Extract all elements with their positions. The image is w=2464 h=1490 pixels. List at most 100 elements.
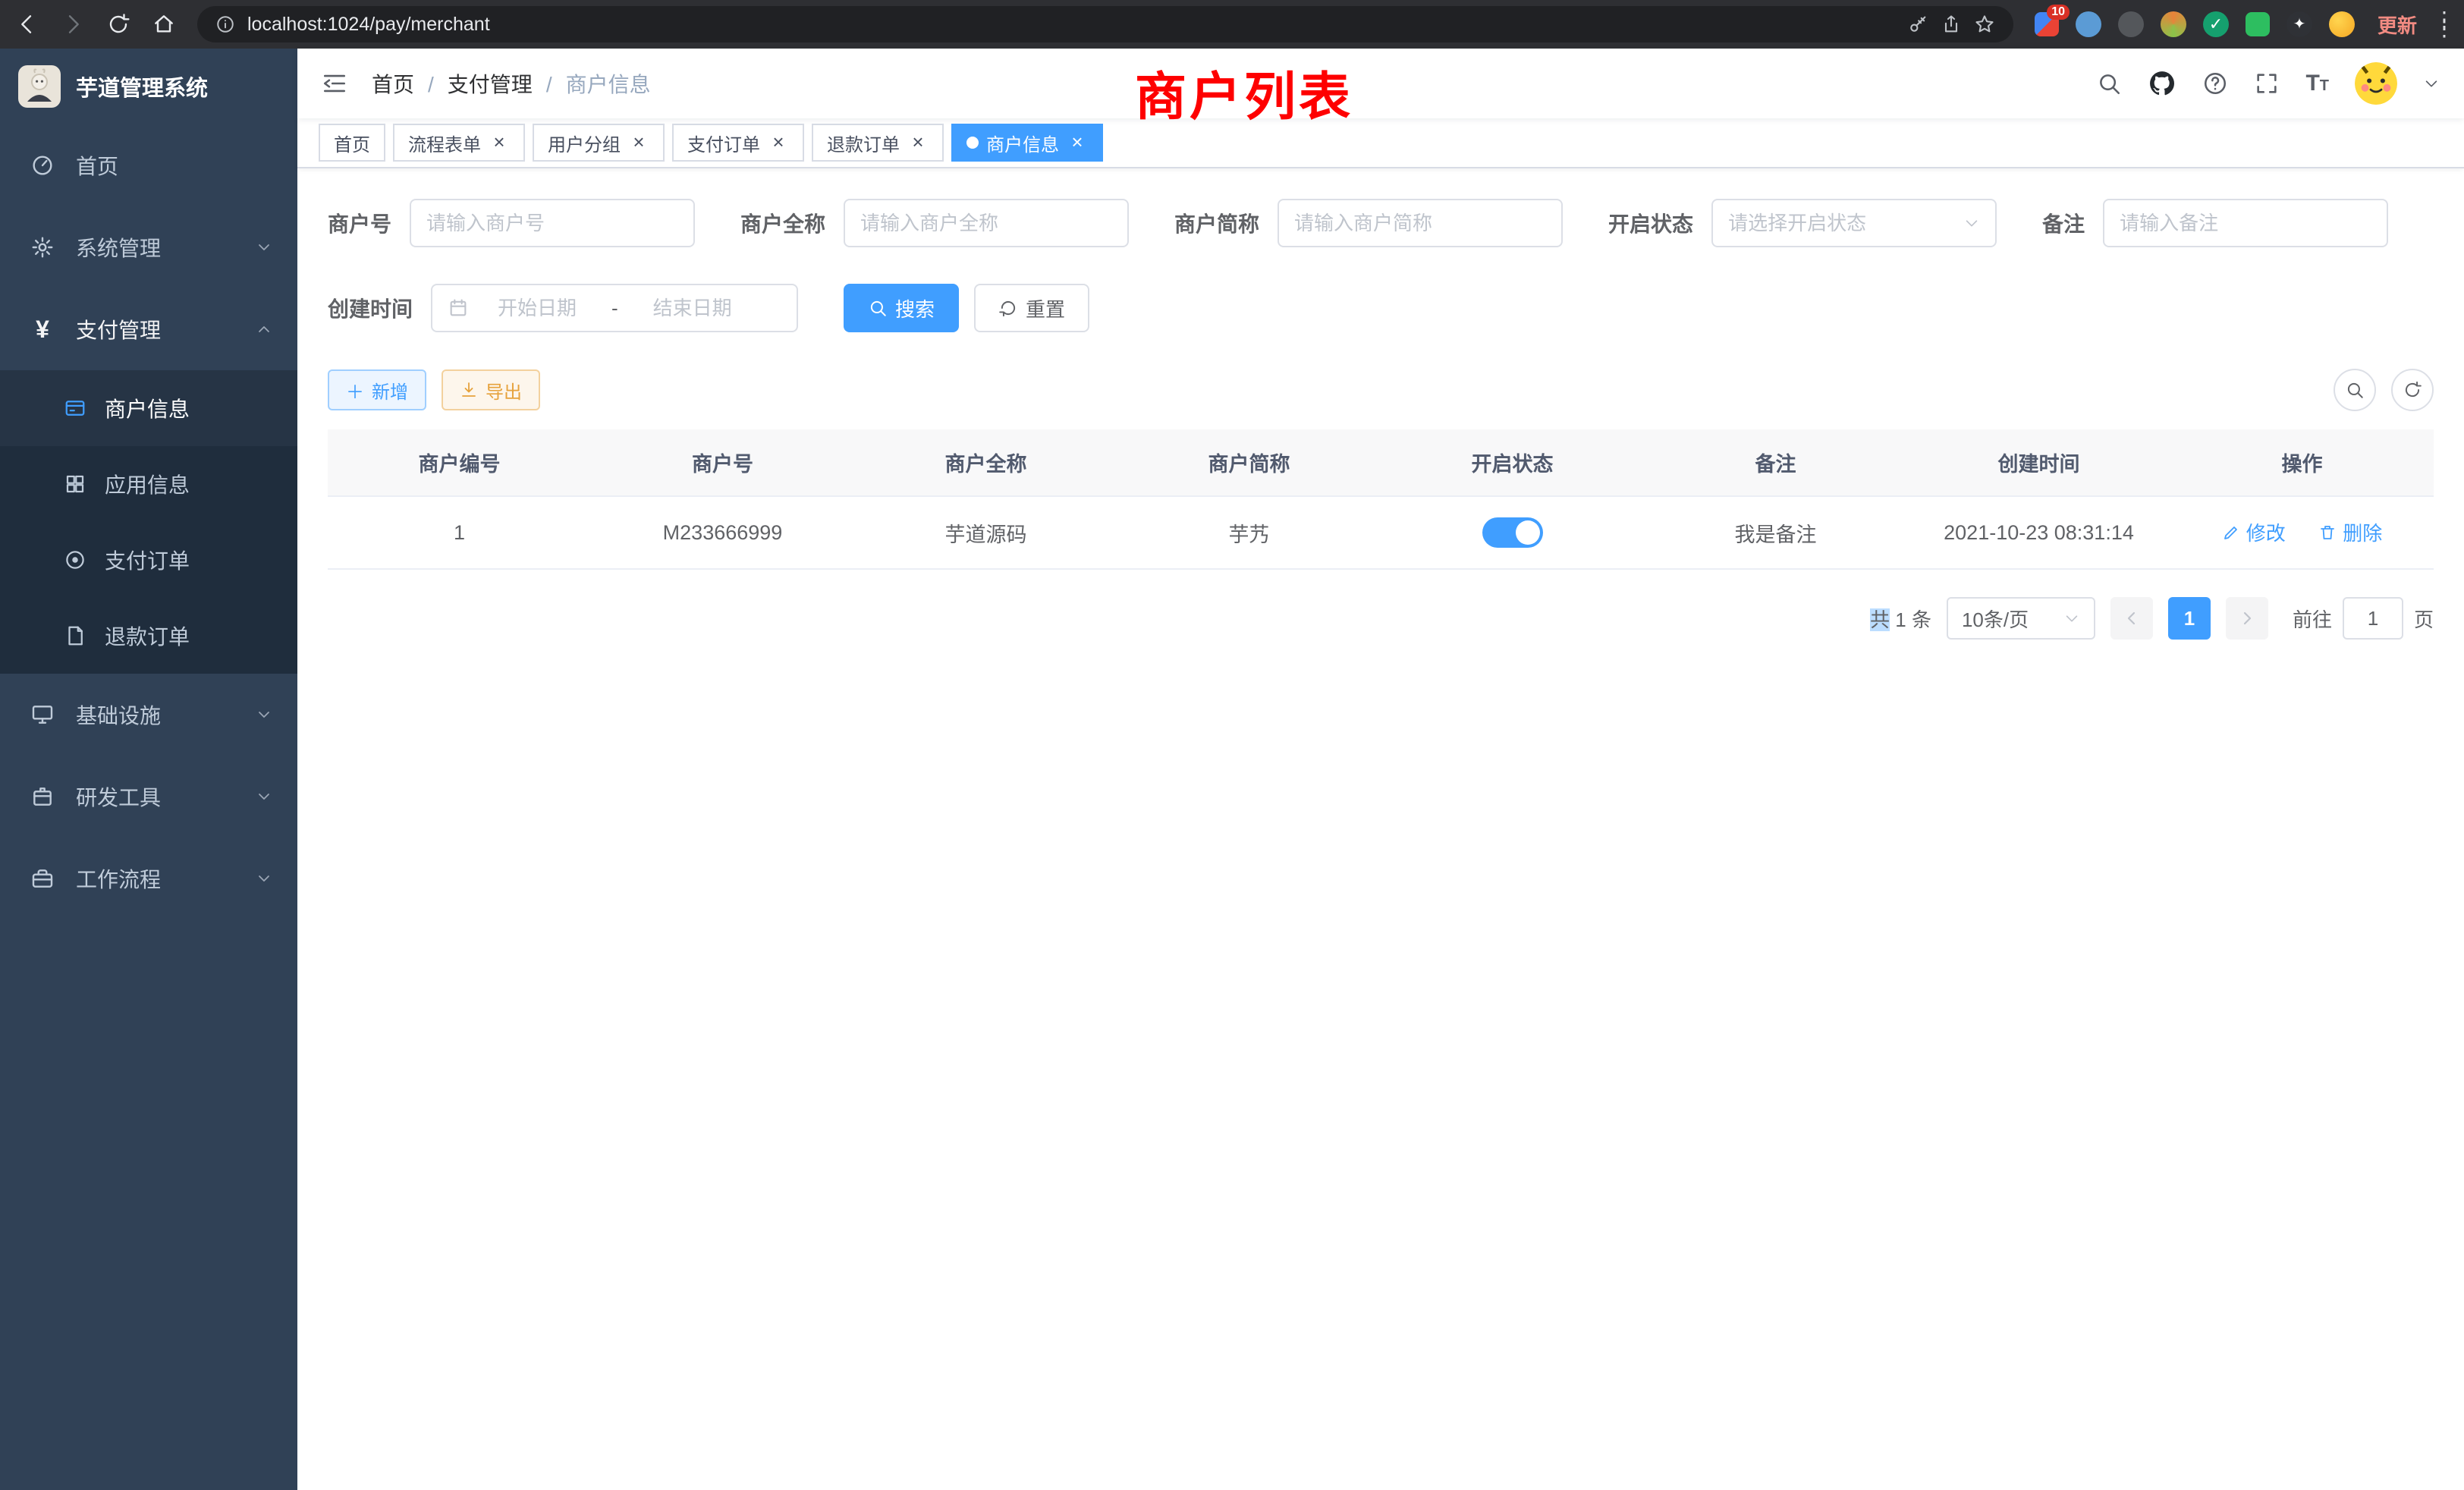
sidebar-item-payment-orders[interactable]: 支付订单 <box>0 522 297 598</box>
status-label: 开启状态 <box>1608 208 1693 238</box>
tab-refund-orders[interactable]: 退款订单× <box>812 124 944 162</box>
tab-payment-orders[interactable]: 支付订单× <box>672 124 804 162</box>
close-icon[interactable]: × <box>489 132 510 153</box>
address-bar[interactable]: localhost:1024/pay/merchant <box>197 6 2013 42</box>
github-icon[interactable] <box>2148 69 2176 98</box>
close-icon[interactable]: × <box>1067 132 1088 153</box>
add-button[interactable]: ＋ 新增 <box>328 369 426 410</box>
cell-remark: 我是备注 <box>1644 496 1907 569</box>
sidebar: 芋道管理系统 首页 系统管理 ¥ 支付管理 商户信息 应用信息 <box>0 49 297 1490</box>
tab-merchant-info[interactable]: 商户信息× <box>951 124 1103 162</box>
create-time-range-picker[interactable]: - <box>431 284 798 332</box>
next-page-button[interactable] <box>2226 597 2268 640</box>
gear-icon <box>30 235 55 259</box>
reset-button[interactable]: 重置 <box>974 284 1089 332</box>
prev-page-button[interactable] <box>2110 597 2153 640</box>
hamburger-icon[interactable] <box>322 71 347 96</box>
close-icon[interactable]: × <box>907 132 929 153</box>
close-icon[interactable]: × <box>768 132 789 153</box>
cell-merchant-id: 1 <box>328 496 591 569</box>
merchant-no-input[interactable] <box>410 199 695 247</box>
browser-profile-avatar[interactable] <box>2329 11 2355 37</box>
grid-icon <box>64 473 86 495</box>
share-icon[interactable] <box>1941 14 1962 35</box>
caret-down-icon[interactable] <box>2423 75 2440 92</box>
extension-icon[interactable]: ✦ <box>2286 11 2312 37</box>
col-remark: 备注 <box>1644 429 1907 496</box>
page-size-select[interactable]: 10条/页 <box>1947 597 2095 640</box>
merchant-table: 商户编号 商户号 商户全称 商户简称 开启状态 备注 创建时间 操作 1 M23… <box>328 429 2434 570</box>
short-name-input[interactable] <box>1278 199 1563 247</box>
info-icon[interactable] <box>215 14 235 34</box>
remark-label: 备注 <box>2042 208 2085 238</box>
sidebar-item-payment[interactable]: ¥ 支付管理 <box>0 288 297 370</box>
fullscreen-icon[interactable] <box>2254 71 2280 96</box>
pagination: 共 1 条 10条/页 1 前往 页 <box>328 597 2434 640</box>
search-icon[interactable] <box>2096 71 2122 96</box>
sidebar-item-system[interactable]: 系统管理 <box>0 206 297 288</box>
toolbox-icon <box>30 784 55 809</box>
edit-link[interactable]: 修改 <box>2222 518 2286 546</box>
create-time-label: 创建时间 <box>328 293 413 323</box>
close-icon[interactable]: × <box>628 132 649 153</box>
tab-home[interactable]: 首页 <box>319 124 385 162</box>
home-icon[interactable] <box>152 12 176 36</box>
sidebar-item-refund-orders[interactable]: 退款订单 <box>0 598 297 674</box>
remark-input[interactable] <box>2103 199 2388 247</box>
reload-icon[interactable] <box>106 12 130 36</box>
extension-icon[interactable] <box>2161 11 2186 37</box>
merchant-card-icon <box>64 397 86 420</box>
breadcrumb-home[interactable]: 首页 <box>372 68 414 99</box>
sidebar-item-workflow[interactable]: 工作流程 <box>0 838 297 919</box>
app-logo[interactable]: 芋道管理系统 <box>0 49 297 124</box>
sidebar-item-home[interactable]: 首页 <box>0 124 297 206</box>
back-icon[interactable] <box>15 12 39 36</box>
sidebar-item-merchant-info[interactable]: 商户信息 <box>0 370 297 446</box>
date-separator: - <box>605 297 624 320</box>
browser-update-button[interactable]: 更新 <box>2378 11 2417 39</box>
page-number-1[interactable]: 1 <box>2168 597 2211 640</box>
user-avatar[interactable] <box>2355 62 2397 105</box>
extension-icon[interactable] <box>2246 12 2270 36</box>
tab-user-group[interactable]: 用户分组× <box>533 124 665 162</box>
end-date-input[interactable] <box>633 297 752 320</box>
short-name-label: 商户简称 <box>1174 208 1259 238</box>
sidebar-item-dev-tools[interactable]: 研发工具 <box>0 756 297 838</box>
page-content: 商户号 商户全称 商户简称 <box>297 168 2464 1490</box>
forward-icon[interactable] <box>61 12 85 36</box>
dashboard-icon <box>30 153 55 178</box>
help-icon[interactable] <box>2202 71 2228 96</box>
export-button[interactable]: 导出 <box>442 369 540 410</box>
goto-label: 前往 <box>2293 605 2332 633</box>
table-row: 1 M233666999 芋道源码 芋艿 我是备注 2021-10-23 08:… <box>328 496 2434 569</box>
extension-check-icon[interactable]: ✓ <box>2203 11 2229 37</box>
status-toggle[interactable] <box>1482 517 1543 548</box>
extension-icon[interactable] <box>2118 11 2144 37</box>
breadcrumb-current: 商户信息 <box>533 68 651 99</box>
chevron-down-icon <box>2063 610 2080 627</box>
key-icon[interactable] <box>1907 14 1928 35</box>
full-name-label: 商户全称 <box>740 208 825 238</box>
annotation-merchant-list: 商户列表 <box>1135 55 1353 130</box>
chevron-down-icon <box>255 238 273 256</box>
start-date-input[interactable] <box>478 297 596 320</box>
search-button[interactable]: 搜索 <box>844 284 959 332</box>
status-select[interactable] <box>1711 199 1997 247</box>
sidebar-item-infrastructure[interactable]: 基础设施 <box>0 674 297 756</box>
bookmark-star-icon[interactable] <box>1974 14 1995 35</box>
extension-icon[interactable]: 10 <box>2035 12 2059 36</box>
sidebar-item-app-info[interactable]: 应用信息 <box>0 446 297 522</box>
refresh-table-button[interactable] <box>2391 369 2434 411</box>
font-size-icon[interactable]: TT <box>2305 71 2329 96</box>
full-name-input[interactable] <box>844 199 1129 247</box>
browser-menu-icon[interactable]: ⋮⋮ <box>2434 15 2449 33</box>
extension-icon[interactable] <box>2076 11 2101 37</box>
plus-icon: ＋ <box>346 377 364 404</box>
trash-icon <box>2318 523 2337 542</box>
toggle-search-button[interactable] <box>2334 369 2376 411</box>
breadcrumb-payment[interactable]: 支付管理 <box>414 68 533 99</box>
tab-process-form[interactable]: 流程表单× <box>393 124 525 162</box>
delete-link[interactable]: 删除 <box>2318 518 2382 546</box>
goto-page-input[interactable] <box>2343 597 2403 640</box>
monitor-icon <box>30 703 55 727</box>
